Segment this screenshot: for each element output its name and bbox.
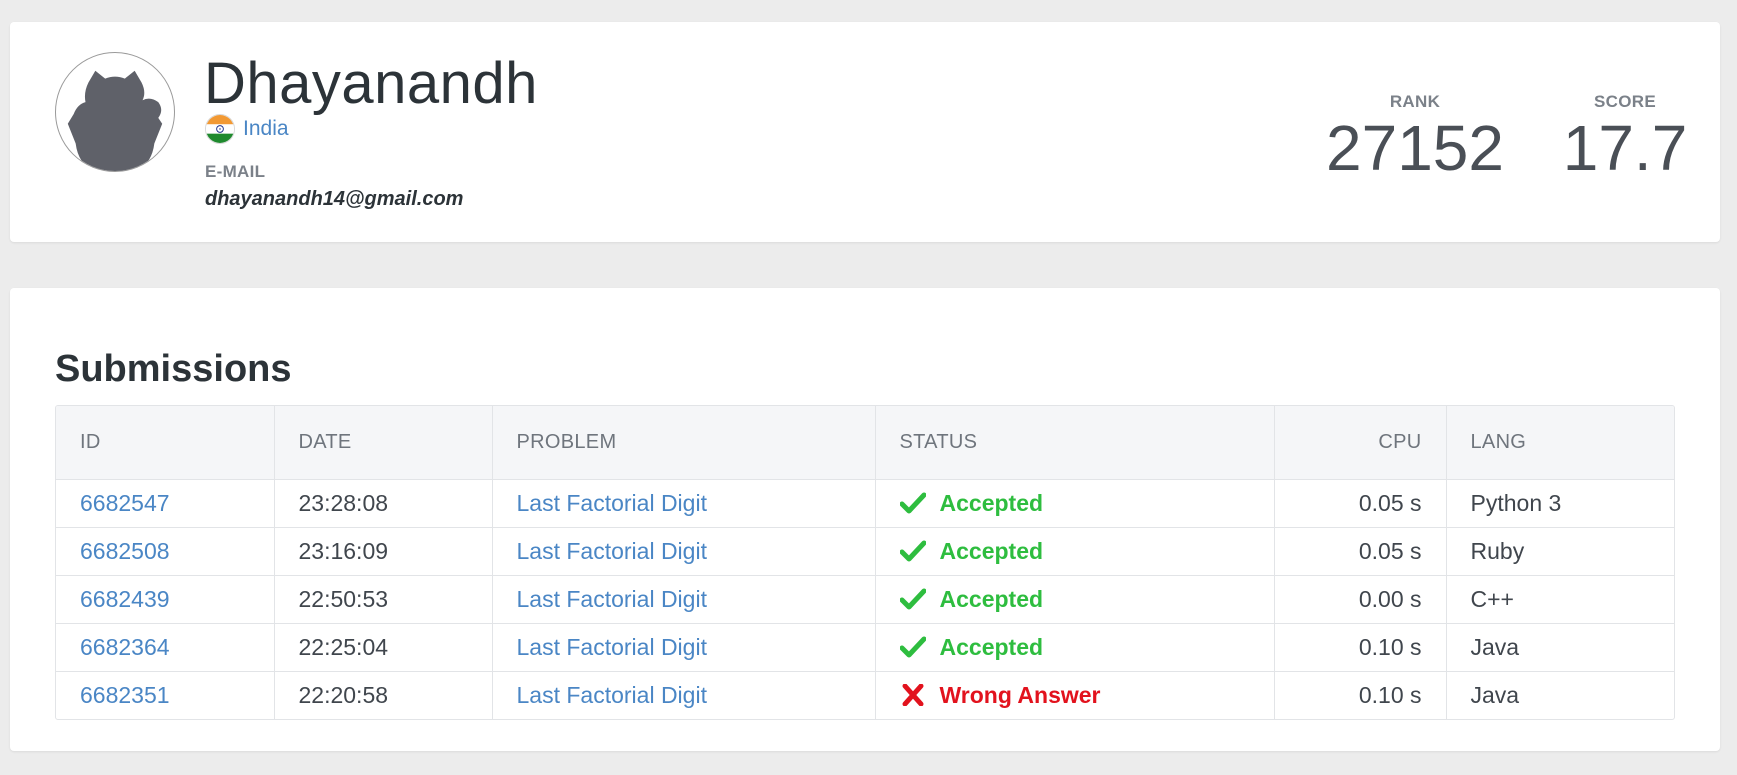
- submission-status-cell: Accepted: [875, 479, 1275, 528]
- submission-id-link: 6682351: [56, 671, 275, 719]
- score-stat: SCORE 17.7: [1550, 92, 1700, 180]
- rank-label: RANK: [1389, 92, 1441, 111]
- submissions-title: Submissions: [55, 348, 292, 390]
- submission-date: 23:16:09: [274, 527, 493, 576]
- country-link[interactable]: India: [243, 117, 289, 141]
- submission-id[interactable]: 6682364: [80, 634, 170, 660]
- submission-cpu: 0.10 s: [1274, 623, 1447, 672]
- cross-icon: [900, 684, 926, 707]
- submission-id-link: 6682547: [56, 479, 275, 528]
- email-value: dhayanandh14@gmail.com: [205, 188, 464, 210]
- submission-problem-cell: Last Factorial Digit: [492, 527, 876, 576]
- submission-id[interactable]: 6682439: [80, 586, 170, 612]
- table-header-row: ID DATE PROBLEM STATUS CPU LANG: [56, 406, 1674, 480]
- problem-link[interactable]: Last Factorial Digit: [517, 586, 707, 612]
- status-badge: Accepted: [899, 537, 1250, 565]
- submission-lang: Java: [1470, 681, 1520, 708]
- status-text: Accepted: [939, 633, 1044, 660]
- cat-silhouette-icon: [67, 70, 163, 171]
- submission-id-link: 6682364: [56, 623, 275, 672]
- submission-cpu: 0.05 s: [1274, 479, 1447, 528]
- submission-status-cell: Accepted: [875, 575, 1275, 624]
- submission-status-cell: Wrong Answer: [875, 671, 1275, 719]
- submission-date: 22:50:53: [274, 575, 493, 624]
- submission-status-cell: Accepted: [875, 527, 1275, 576]
- score-value: 17.7: [1562, 112, 1688, 184]
- check-icon: [899, 540, 926, 562]
- user-name: Dhayanandh: [204, 51, 538, 116]
- submission-lang: Java: [1446, 623, 1674, 672]
- header-lang: LANG: [1446, 406, 1674, 480]
- status-badge: Accepted: [899, 585, 1250, 613]
- submission-id-link: 6682439: [56, 575, 275, 624]
- submission-status-cell: Accepted: [875, 623, 1275, 672]
- submission-lang: Ruby: [1446, 527, 1674, 576]
- submission-problem-cell: Last Factorial Digit: [492, 575, 876, 624]
- submission-id[interactable]: 6682547: [80, 490, 170, 516]
- status-badge: Accepted: [899, 633, 1250, 661]
- status-badge: Accepted: [899, 489, 1250, 517]
- header-cpu: CPU: [1274, 406, 1447, 480]
- submission-cpu: 0.05 s: [1274, 527, 1447, 576]
- submission-problem-cell: Last Factorial Digit: [492, 479, 876, 528]
- submission-problem-cell: Last Factorial Digit: [492, 623, 876, 672]
- table-row: 6682351 22:20:58 Last Factorial Digit Wrong…: [56, 671, 1674, 719]
- problem-link[interactable]: Last Factorial Digit: [517, 490, 707, 516]
- avatar: [55, 52, 175, 172]
- submissions-card: Submissions ID DATE PROBLEM STATUS CPU L…: [10, 288, 1720, 751]
- submission-date: 23:28:08: [274, 479, 493, 528]
- table-row: 6682364 22:25:04 Last Factorial Digit Accep…: [56, 623, 1674, 672]
- table-row: 6682439 22:50:53 Last Factorial Digit Accep…: [56, 575, 1674, 624]
- submission-date: 22:25:04: [274, 623, 493, 672]
- country: India: [205, 112, 289, 146]
- submissions-table: ID DATE PROBLEM STATUS CPU LANG 6682547 2…: [55, 405, 1675, 720]
- table-row: 6682547 23:28:08 Last Factorial Digit Accep…: [56, 479, 1674, 528]
- header-status: STATUS: [875, 406, 1275, 480]
- submission-date: 22:20:58: [274, 671, 493, 719]
- header-id: ID: [56, 406, 275, 480]
- check-icon: [899, 492, 926, 514]
- problem-link[interactable]: Last Factorial Digit: [517, 634, 707, 660]
- status-text: Wrong Answer: [939, 681, 1101, 708]
- submission-id[interactable]: 6682508: [80, 538, 170, 564]
- email-label: E-MAIL: [205, 162, 266, 181]
- check-icon: [899, 636, 926, 658]
- rank-stat: RANK 27152: [1320, 92, 1510, 180]
- submission-lang: Python 3: [1446, 479, 1674, 528]
- problem-link[interactable]: Last Factorial Digit: [517, 682, 707, 708]
- score-label: SCORE: [1594, 92, 1656, 111]
- status-text: Accepted: [939, 489, 1044, 516]
- status-badge: Wrong Answer: [900, 682, 1250, 709]
- status-text: Accepted: [939, 585, 1044, 612]
- submission-cpu: 0.10 s: [1274, 671, 1447, 719]
- profile-card: Dhayanandh India E-MAIL dhayanandh14@gma…: [10, 22, 1720, 242]
- status-text: Accepted: [939, 537, 1044, 564]
- submission-lang: C++: [1446, 575, 1674, 624]
- check-icon: [899, 588, 926, 610]
- submission-cpu: 0.00 s: [1274, 575, 1447, 624]
- submission-problem-cell: Last Factorial Digit: [492, 671, 876, 719]
- problem-link[interactable]: Last Factorial Digit: [517, 538, 707, 564]
- rank-value: 27152: [1326, 112, 1504, 184]
- table-row: 6682508 23:16:09 Last Factorial Digit Accep…: [56, 527, 1674, 576]
- header-problem: PROBLEM: [492, 406, 876, 480]
- header-date: DATE: [274, 406, 493, 480]
- submission-id[interactable]: 6682351: [80, 682, 170, 708]
- submission-id-link: 6682508: [56, 527, 275, 576]
- india-flag-icon: [205, 114, 235, 144]
